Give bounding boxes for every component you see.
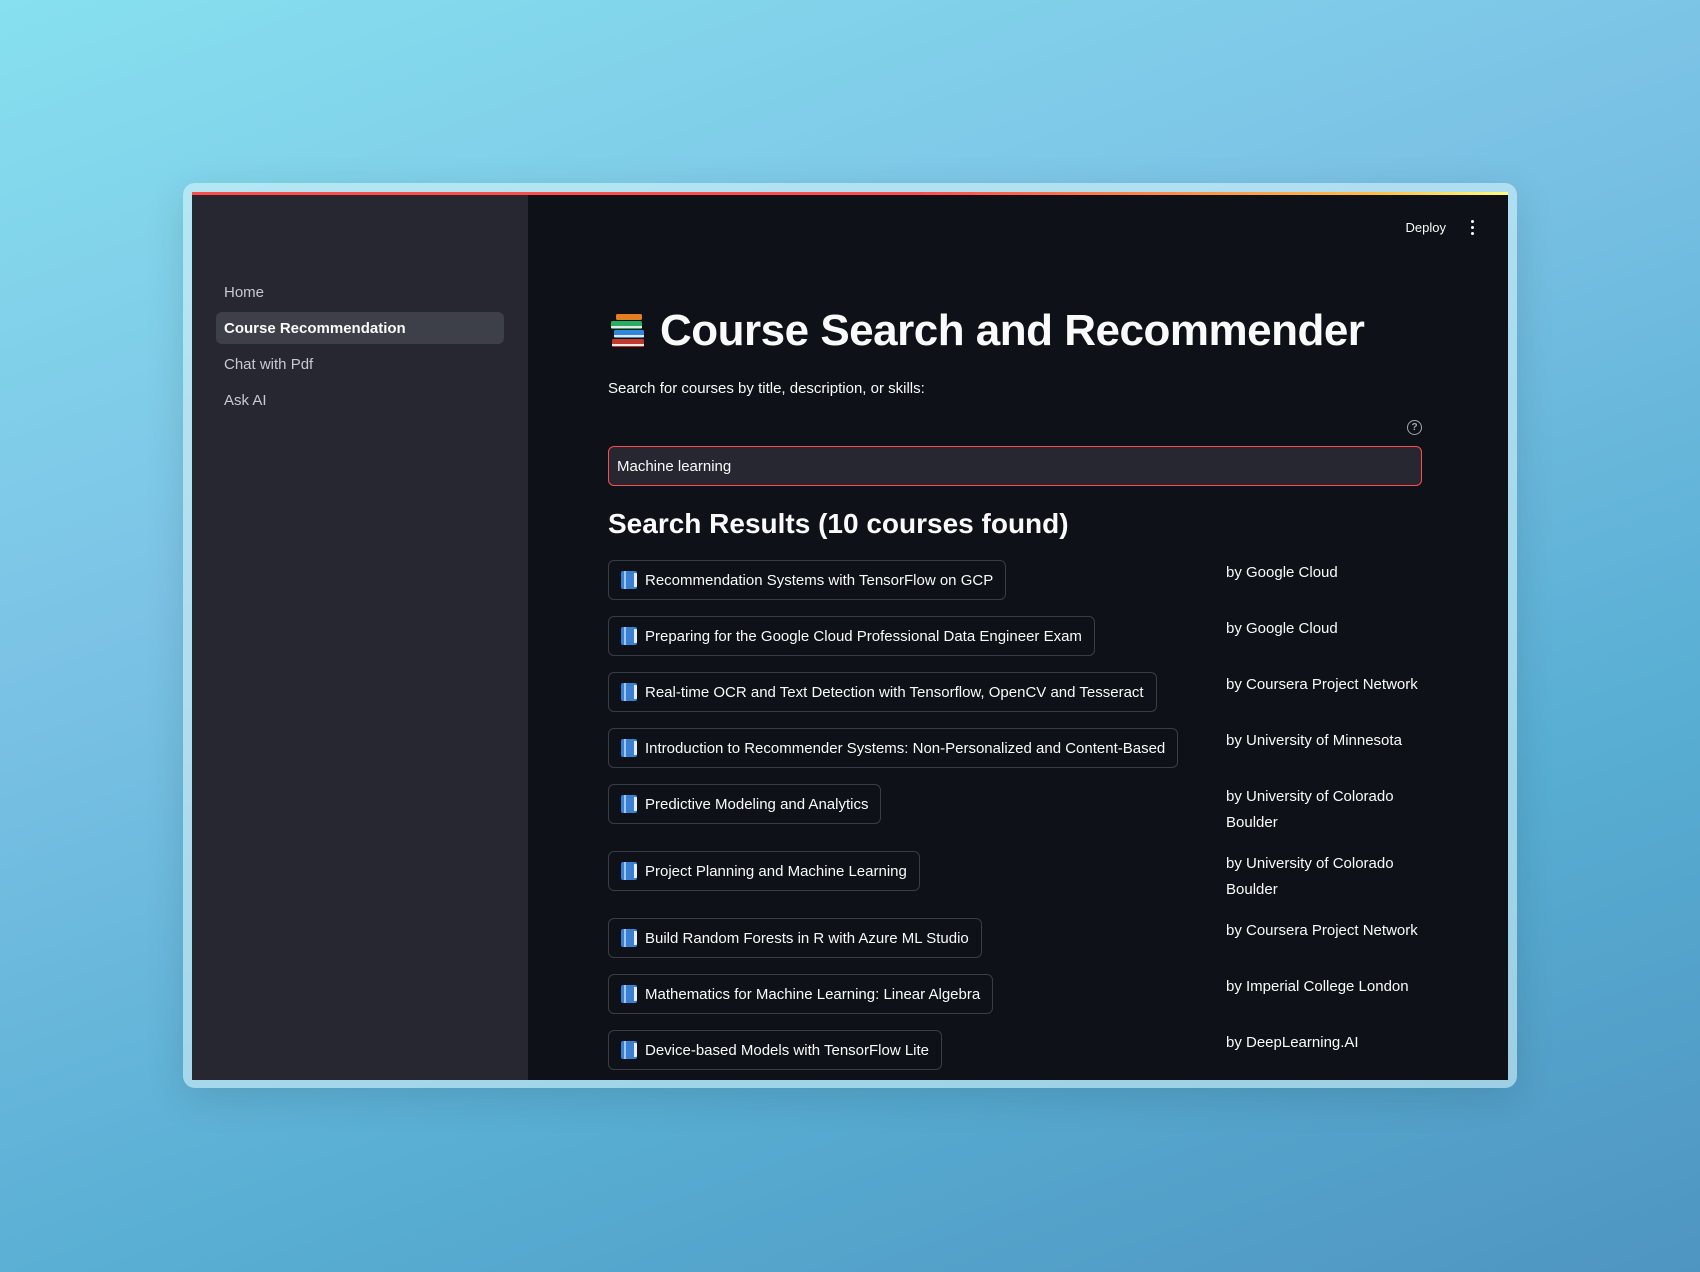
header-decoration-bar — [192, 192, 1508, 195]
blue-book-icon — [621, 985, 637, 1003]
sidebar-item-label: Course Recommendation — [224, 319, 406, 337]
kebab-menu-icon[interactable] — [1468, 220, 1476, 235]
course-provider: by University of Minnesota — [1226, 732, 1402, 749]
course-provider: by Google Cloud — [1226, 620, 1338, 637]
list-item: Project Planning and Machine Learning by… — [608, 851, 1422, 898]
course-provider: by DeepLearning.AI — [1226, 1034, 1359, 1051]
course-provider: by Google Cloud — [1226, 564, 1338, 581]
course-button[interactable]: Recommendation Systems with TensorFlow o… — [608, 560, 1007, 600]
list-item: Predictive Modeling and Analytics by Uni… — [608, 784, 1422, 831]
page-title: Course Search and Recommender — [660, 306, 1365, 355]
sidebar-item-label: Chat with Pdf — [224, 355, 314, 373]
sidebar-item-course-recommendation[interactable]: Course Recommendation — [216, 312, 504, 344]
course-button[interactable]: Build Random Forests in R with Azure ML … — [608, 918, 982, 958]
course-provider: by Coursera Project Network — [1226, 676, 1418, 693]
blue-book-icon — [621, 862, 637, 880]
sidebar-item-home[interactable]: Home — [216, 276, 504, 308]
blue-book-icon — [621, 739, 637, 757]
course-title: Introduction to Recommender Systems: Non… — [645, 739, 1166, 757]
course-provider: by Coursera Project Network — [1226, 922, 1418, 939]
sidebar: Home Course Recommendation Chat with Pdf… — [192, 192, 528, 1080]
search-input[interactable] — [608, 446, 1422, 486]
list-item: Real-time OCR and Text Detection with Te… — [608, 672, 1422, 712]
course-title: Predictive Modeling and Analytics — [645, 795, 869, 813]
blue-book-icon — [621, 627, 637, 645]
main-content: Deploy Course Search and Recommender Sea… — [528, 192, 1508, 1080]
search-label: Search for courses by title, description… — [608, 380, 925, 397]
toolbar: Deploy — [1406, 220, 1476, 235]
app-window: Home Course Recommendation Chat with Pdf… — [192, 192, 1508, 1080]
course-provider: by University of Colorado Boulder — [1226, 788, 1394, 831]
list-item: Mathematics for Machine Learning: Linear… — [608, 974, 1422, 1014]
list-item: Introduction to Recommender Systems: Non… — [608, 728, 1422, 768]
course-button[interactable]: Introduction to Recommender Systems: Non… — [608, 728, 1179, 768]
course-button[interactable]: Real-time OCR and Text Detection with Te… — [608, 672, 1157, 712]
course-title: Preparing for the Google Cloud Professio… — [645, 627, 1082, 645]
blue-book-icon — [621, 1041, 637, 1059]
course-button[interactable]: Predictive Modeling and Analytics — [608, 784, 882, 824]
sidebar-item-chat-with-pdf[interactable]: Chat with Pdf — [216, 348, 504, 380]
list-item: Recommendation Systems with TensorFlow o… — [608, 560, 1422, 600]
results-heading: Search Results (10 courses found) — [608, 508, 1069, 539]
course-title: Mathematics for Machine Learning: Linear… — [645, 985, 981, 1003]
list-item: Device-based Models with TensorFlow Lite… — [608, 1030, 1422, 1070]
course-title: Project Planning and Machine Learning — [645, 862, 907, 880]
course-provider: by Imperial College London — [1226, 978, 1409, 995]
course-provider: by University of Colorado Boulder — [1226, 855, 1394, 898]
deploy-button[interactable]: Deploy — [1406, 220, 1446, 235]
books-icon — [611, 314, 644, 347]
title-row: Course Search and Recommender — [608, 306, 1365, 356]
course-button[interactable]: Preparing for the Google Cloud Professio… — [608, 616, 1095, 656]
course-title: Device-based Models with TensorFlow Lite — [645, 1041, 930, 1059]
blue-book-icon — [621, 683, 637, 701]
course-button[interactable]: Mathematics for Machine Learning: Linear… — [608, 974, 994, 1014]
course-title: Build Random Forests in R with Azure ML … — [645, 929, 969, 947]
sidebar-item-label: Home — [224, 283, 265, 301]
sidebar-item-label: Ask AI — [224, 391, 267, 409]
sidebar-item-ask-ai[interactable]: Ask AI — [216, 384, 504, 416]
help-icon[interactable]: ? — [1407, 420, 1422, 435]
list-item: Build Random Forests in R with Azure ML … — [608, 918, 1422, 958]
course-button[interactable]: Device-based Models with TensorFlow Lite — [608, 1030, 943, 1070]
blue-book-icon — [621, 571, 637, 589]
course-title: Recommendation Systems with TensorFlow o… — [645, 571, 994, 589]
list-item: Preparing for the Google Cloud Professio… — [608, 616, 1422, 656]
course-title: Real-time OCR and Text Detection with Te… — [645, 683, 1144, 701]
blue-book-icon — [621, 929, 637, 947]
course-button[interactable]: Project Planning and Machine Learning — [608, 851, 920, 891]
blue-book-icon — [621, 795, 637, 813]
